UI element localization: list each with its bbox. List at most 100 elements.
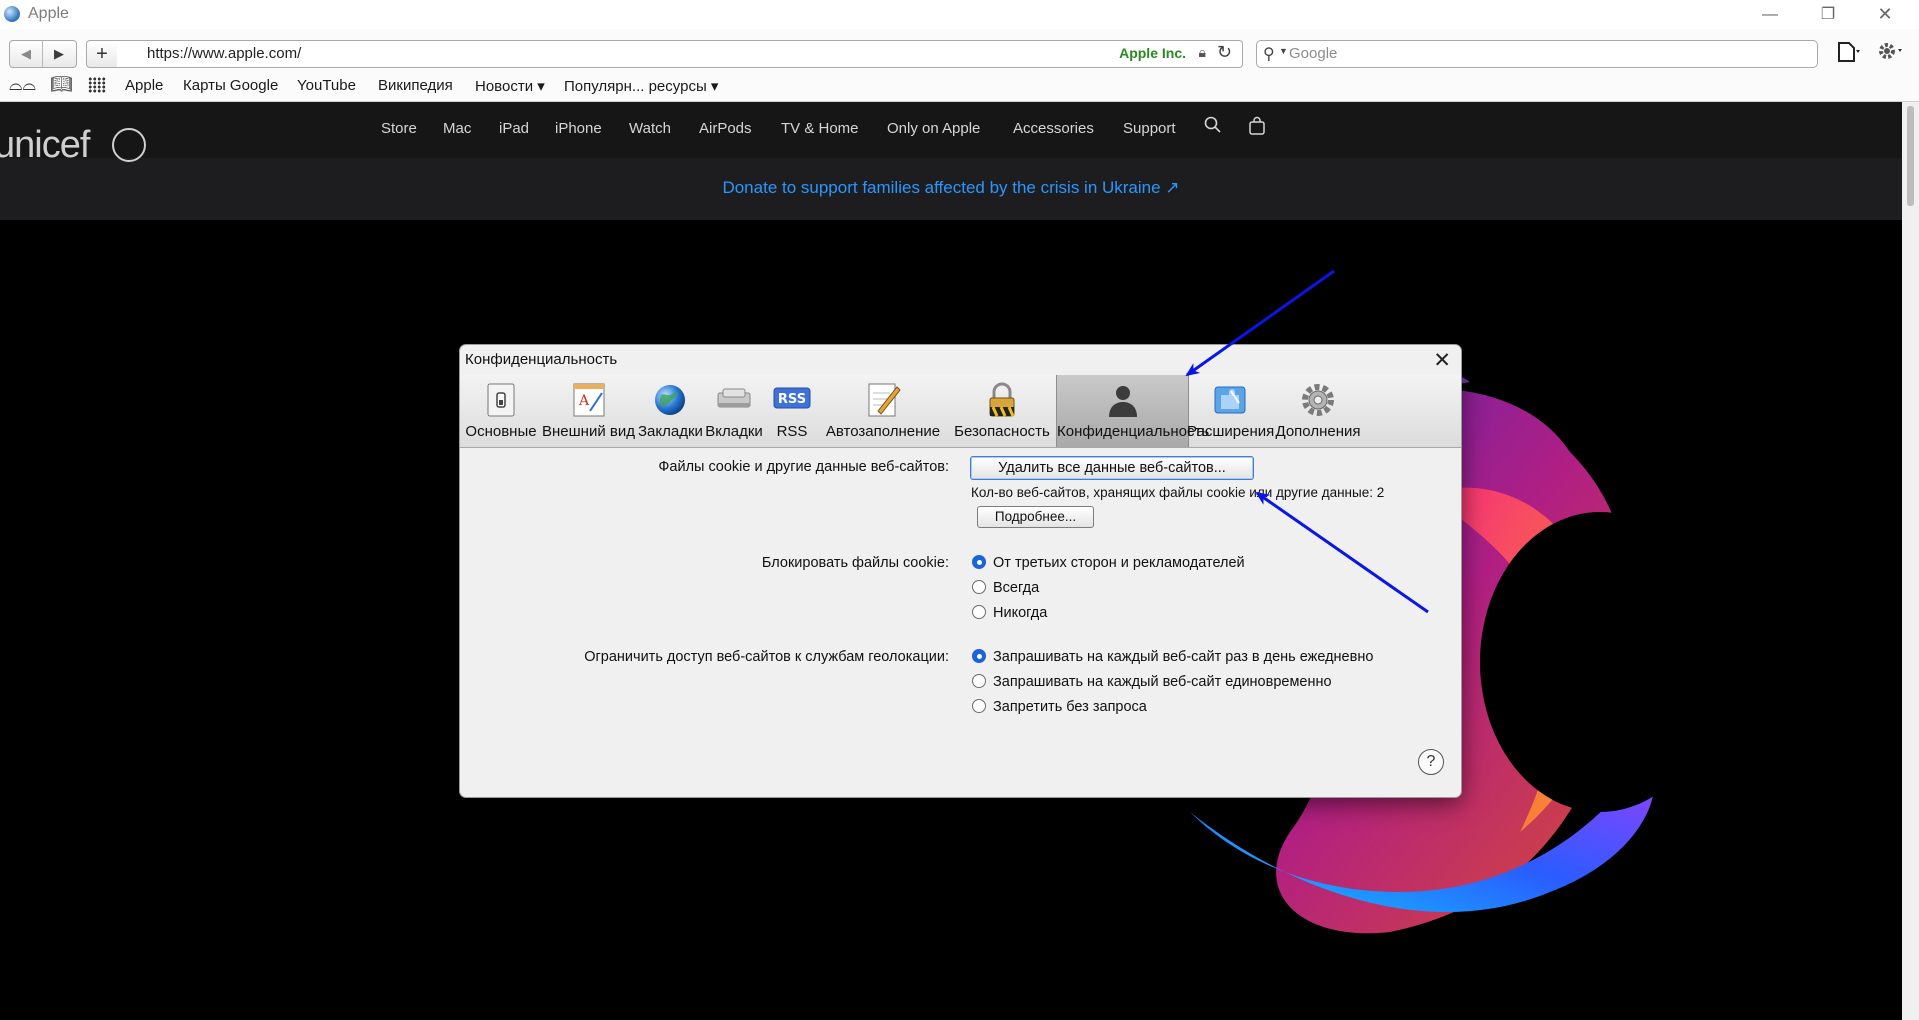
dialog-close-button[interactable]: ✕	[1433, 348, 1451, 373]
window-titlebar: Apple — ❐ ✕	[0, 0, 1919, 29]
tab-label: RSS	[776, 423, 808, 440]
search-field[interactable]: ⚲ ▼ Google	[1256, 40, 1818, 68]
close-window-button[interactable]: ✕	[1862, 0, 1908, 29]
forward-button[interactable]: ▶	[43, 41, 75, 67]
scrollbar-thumb[interactable]	[1907, 106, 1914, 206]
radio-deny[interactable]	[972, 699, 986, 713]
tab-general[interactable]: Основные	[463, 375, 539, 447]
tab-label: Закладки	[638, 423, 703, 440]
radio-ask-daily[interactable]	[972, 649, 986, 663]
remove-all-website-data-button[interactable]: Удалить все данные веб-сайтов...	[970, 456, 1254, 480]
nav-iphone[interactable]: iPhone	[555, 120, 602, 137]
tab-advanced[interactable]: Дополнения	[1273, 375, 1363, 447]
gear-icon	[1302, 384, 1334, 416]
tab-extensions[interactable]: Расширения	[1187, 375, 1275, 447]
nav-accessories[interactable]: Accessories	[1013, 120, 1094, 137]
rss-icon: RSS	[773, 387, 811, 409]
search-placeholder: Google	[1289, 45, 1338, 62]
page-scrollbar[interactable]	[1902, 102, 1919, 1020]
bookmark-wikipedia[interactable]: Википедия	[378, 77, 453, 94]
tab-security[interactable]: Безопасность	[948, 375, 1056, 447]
top-sites-grid-icon[interactable]	[88, 77, 106, 93]
tab-label: Внешний вид	[542, 423, 635, 440]
tab-rss[interactable]: RSS RSS	[766, 375, 818, 447]
tab-label: Конфиденциальность	[1057, 423, 1210, 440]
switch-icon	[487, 383, 515, 417]
bookmark-apple[interactable]: Apple	[125, 77, 163, 94]
safari-app-icon	[4, 6, 20, 22]
restore-button[interactable]: ❐	[1805, 0, 1851, 29]
nav-store[interactable]: Store	[381, 120, 417, 137]
nav-watch[interactable]: Watch	[629, 120, 671, 137]
radio-never[interactable]	[972, 605, 986, 619]
dialog-title: Конфиденциальность	[465, 351, 618, 368]
block-cookies-label: Блокировать файлы cookie:	[761, 555, 949, 571]
tab-bookmarks[interactable]: Закладки	[638, 375, 703, 447]
apple-global-nav: Store Mac iPad iPhone Watch AirPods TV &…	[0, 102, 1902, 158]
nav-tv-home[interactable]: TV & Home	[781, 120, 859, 137]
reload-icon[interactable]: ↻	[1217, 42, 1232, 63]
chevron-down-icon[interactable]: ▼	[1279, 46, 1288, 56]
url-text[interactable]: https://www.apple.com/	[147, 45, 301, 62]
lock-icon: 🔒︎	[1198, 44, 1206, 60]
site-identity[interactable]: Apple Inc.	[1119, 45, 1186, 61]
bookmark-popular-folder[interactable]: Популярн... ресурсы ▾	[564, 77, 718, 95]
bookmark-youtube[interactable]: YouTube	[297, 77, 356, 94]
radio-label-ask-daily[interactable]: Запрашивать на каждый веб-сайт раз в ден…	[993, 649, 1373, 665]
ukraine-donation-ribbon: Donate to support families affected by t…	[0, 158, 1902, 220]
back-button[interactable]: ◀	[10, 41, 43, 67]
unicef-emblem-icon	[112, 128, 146, 162]
bookmark-news-folder[interactable]: Новости ▾	[475, 77, 545, 95]
puzzle-icon	[1214, 386, 1246, 414]
address-bar[interactable]: https://www.apple.com/ Apple Inc. 🔒︎ ↻	[117, 40, 1243, 68]
shopping-bag-icon[interactable]	[1248, 116, 1266, 141]
add-bookmark-button[interactable]: +	[86, 40, 118, 68]
appearance-icon: A	[573, 383, 604, 417]
globe-icon	[655, 385, 685, 415]
radio-label-third-party[interactable]: От третьих сторон и рекламодателей	[993, 555, 1245, 571]
radio-third-party[interactable]	[972, 555, 986, 569]
bookmark-google-maps[interactable]: Карты Google	[183, 77, 278, 94]
radio-label-deny[interactable]: Запретить без запроса	[993, 699, 1147, 715]
details-button[interactable]: Подробнее...	[977, 506, 1094, 528]
tab-autofill[interactable]: Автозаполнение	[818, 375, 948, 447]
nav-mac[interactable]: Mac	[443, 120, 471, 137]
privacy-settings-panel: Файлы cookie и другие данные веб-сайтов:…	[460, 448, 1461, 797]
tab-tabs[interactable]: Вкладки	[702, 375, 766, 447]
pencil-icon	[868, 383, 901, 417]
radio-label-ask-once[interactable]: Запрашивать на каждый веб-сайт единоврем…	[993, 674, 1332, 690]
cookie-sites-count: Кол-во веб-сайтов, хранящих файлы cookie…	[971, 485, 1385, 500]
nav-ipad[interactable]: iPad	[499, 120, 529, 137]
radio-label-always[interactable]: Всегда	[993, 580, 1039, 596]
radio-label-never[interactable]: Никогда	[993, 605, 1047, 621]
nav-airpods[interactable]: AirPods	[699, 120, 752, 137]
page-menu-icon[interactable]	[1836, 41, 1864, 69]
radio-always[interactable]	[972, 580, 986, 594]
search-icon: ⚲	[1263, 46, 1275, 63]
preferences-tab-bar: Основные A Внешний вид Закладки Вкладки …	[460, 375, 1461, 448]
nav-only-on-apple[interactable]: Only on Apple	[887, 120, 980, 137]
cookies-label: Файлы cookie и другие данные веб-сайтов:	[658, 459, 949, 475]
radio-ask-once[interactable]	[972, 674, 986, 688]
tab-label: Безопасность	[954, 423, 1050, 440]
unicef-logo: unicef	[0, 124, 90, 166]
bookmarks-bar: ⌓⌓ 📖︎ Apple Карты Google YouTube Википед…	[0, 71, 1919, 102]
tab-label: Автозаполнение	[825, 423, 941, 440]
tab-privacy[interactable]: Конфиденциальность	[1056, 375, 1210, 447]
help-button[interactable]: ?	[1418, 749, 1444, 775]
tab-appearance[interactable]: A Внешний вид	[539, 375, 638, 447]
bookmarks-book-icon[interactable]: 📖︎	[50, 74, 73, 95]
reading-list-icon[interactable]: ⌓⌓	[9, 75, 36, 95]
search-icon[interactable]	[1204, 116, 1222, 139]
settings-gear-icon[interactable]	[1876, 39, 1906, 69]
geolocation-label: Ограничить доступ веб-сайтов к службам г…	[584, 649, 949, 665]
donate-link[interactable]: Donate to support families affected by t…	[0, 178, 1902, 198]
minimize-button[interactable]: —	[1747, 0, 1793, 29]
lock-icon	[989, 382, 1015, 417]
person-icon	[1108, 386, 1137, 417]
tab-label: Расширения	[1187, 423, 1275, 440]
window-title: Apple	[28, 5, 69, 22]
tabs-icon	[717, 388, 751, 408]
nav-support[interactable]: Support	[1123, 120, 1176, 137]
browser-toolbar: ◀ ▶ + https://www.apple.com/ Apple Inc. …	[0, 29, 1919, 71]
